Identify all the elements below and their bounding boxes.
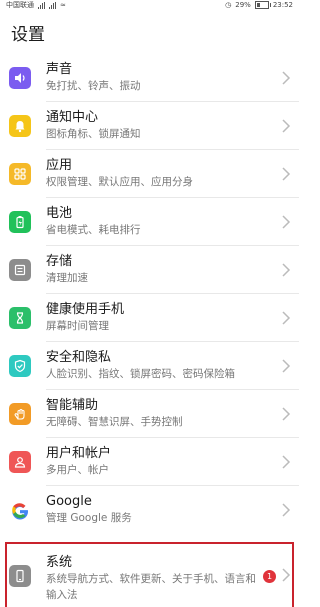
item-title: 通知中心: [46, 110, 99, 125]
settings-item-smart-assistance[interactable]: 智能辅助 无障碍、智慧识屏、手势控制: [0, 390, 299, 438]
item-title: 电池: [46, 206, 73, 221]
apps-grid-icon: [9, 163, 31, 185]
item-title: 声音: [46, 62, 73, 77]
item-subtitle: 人脸识别、指纹、锁屏密码、密码保险箱: [46, 368, 235, 380]
settings-item-system[interactable]: 系统 系统导航方式、软件更新、关于手机、语言和输入法 1: [0, 540, 299, 607]
item-title: 安全和隐私: [46, 350, 112, 365]
item-title: 应用: [46, 158, 73, 173]
settings-item-sound[interactable]: 声音 免打扰、铃声、振动: [0, 54, 299, 102]
item-subtitle: 系统导航方式、软件更新、关于手机、语言和输入法: [46, 573, 256, 601]
item-title: 用户和帐户: [46, 446, 112, 461]
chevron-right-icon: [282, 263, 291, 277]
settings-item-apps[interactable]: 应用 权限管理、默认应用、应用分身: [0, 150, 299, 198]
chevron-right-icon: [282, 503, 291, 517]
status-bar: 中国联通 ≈ ◷ 29% 23:52: [0, 0, 299, 10]
signal-icon-2: [49, 1, 56, 9]
chevron-right-icon: [282, 71, 291, 85]
item-title: 健康使用手机: [46, 302, 125, 317]
settings-list: 声音 免打扰、铃声、振动 通知中心 图标角标、锁屏通知 应用 权限管理、默认应用…: [0, 54, 299, 534]
battery-status-icon: [254, 1, 271, 9]
chevron-right-icon: [282, 215, 291, 229]
settings-item-security[interactable]: 安全和隐私 人脸识别、指纹、锁屏密码、密码保险箱: [0, 342, 299, 390]
sound-icon: [9, 67, 31, 89]
item-subtitle: 免打扰、铃声、振动: [46, 80, 141, 92]
chevron-right-icon: [282, 407, 291, 421]
item-title: 存储: [46, 254, 73, 269]
chevron-right-icon: [282, 167, 291, 181]
chevron-right-icon: [282, 568, 291, 582]
chevron-right-icon: [282, 455, 291, 469]
phone-icon: [9, 565, 31, 587]
settings-item-battery[interactable]: 电池 省电模式、耗电排行: [0, 198, 299, 246]
settings-item-google[interactable]: Google 管理 Google 服务: [0, 486, 299, 534]
notification-badge: 1: [263, 570, 276, 583]
battery-percent: 29%: [235, 1, 251, 9]
settings-item-users-accounts[interactable]: 用户和帐户 多用户、帐户: [0, 438, 299, 486]
battery-icon: [9, 211, 31, 233]
settings-item-digital-balance[interactable]: 健康使用手机 屏幕时间管理: [0, 294, 299, 342]
page-title: 设置: [11, 24, 45, 45]
chevron-right-icon: [282, 311, 291, 325]
item-title: Google: [46, 494, 92, 509]
user-icon: [9, 451, 31, 473]
item-subtitle: 多用户、帐户: [46, 464, 109, 476]
clock: 23:52: [272, 1, 293, 9]
hourglass-icon: [9, 307, 31, 329]
settings-item-notifications[interactable]: 通知中心 图标角标、锁屏通知: [0, 102, 299, 150]
hand-icon: [9, 403, 31, 425]
storage-icon: [9, 259, 31, 281]
shield-icon: [9, 355, 31, 377]
chevron-right-icon: [282, 359, 291, 373]
item-subtitle: 屏幕时间管理: [46, 320, 109, 332]
item-subtitle: 权限管理、默认应用、应用分身: [46, 176, 193, 188]
item-subtitle: 管理 Google 服务: [46, 512, 132, 524]
item-title: 智能辅助: [46, 398, 99, 413]
item-subtitle: 清理加速: [46, 272, 88, 284]
item-title: 系统: [46, 555, 73, 570]
google-icon: [9, 499, 31, 521]
chevron-right-icon: [282, 119, 291, 133]
item-subtitle: 无障碍、智慧识屏、手势控制: [46, 416, 183, 428]
carrier-label: 中国联通: [6, 1, 34, 9]
bell-icon: [9, 115, 31, 137]
alarm-icon: ◷: [225, 1, 232, 9]
item-subtitle: 省电模式、耗电排行: [46, 224, 141, 236]
item-subtitle: 图标角标、锁屏通知: [46, 128, 141, 140]
wifi-icon: ≈: [60, 1, 66, 9]
signal-icon: [38, 1, 45, 9]
settings-item-storage[interactable]: 存储 清理加速: [0, 246, 299, 294]
